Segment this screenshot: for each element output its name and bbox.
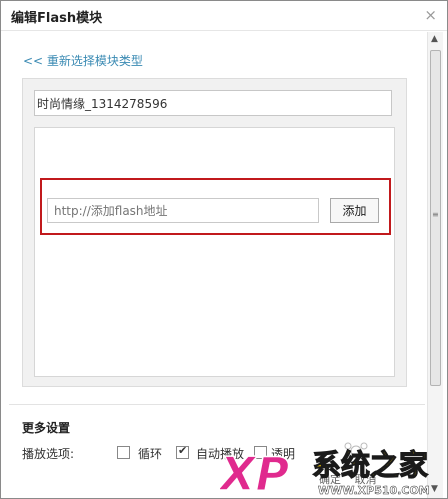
loop-option-label: 循环	[138, 447, 163, 461]
scrollbar-thumb[interactable]: ≡	[430, 50, 441, 386]
add-flash-button[interactable]: 添加	[330, 198, 379, 223]
grip-icon: ≡	[432, 210, 439, 219]
scroll-up-arrow-icon[interactable]: ▲	[431, 34, 438, 44]
checkmark-icon: ✔	[178, 444, 188, 457]
edit-flash-dialog: 编辑Flash模块 × << 重新选择模块类型 添加 更多设置 播放选项: 循环…	[0, 0, 448, 499]
play-options-label: 播放选项:	[22, 447, 75, 461]
section-divider	[9, 404, 425, 405]
vertical-scrollbar[interactable]: ▲ ≡ ▼	[427, 32, 443, 498]
xp-system-home-watermark: XP 系统之家 WWW.XP510.COM	[220, 442, 430, 499]
reselect-module-type-link[interactable]: << 重新选择模块类型	[23, 52, 143, 69]
watermark-url-text: WWW.XP510.COM	[318, 484, 430, 497]
loop-checkbox[interactable]	[117, 446, 130, 459]
close-icon[interactable]: ×	[424, 6, 437, 24]
flash-url-input[interactable]	[47, 198, 319, 223]
dialog-titlebar: 编辑Flash模块 ×	[1, 1, 447, 31]
dialog-title: 编辑Flash模块	[11, 11, 103, 26]
more-settings-title: 更多设置	[22, 421, 71, 435]
flash-preview-area	[34, 127, 395, 377]
watermark-xp-text: XP	[220, 447, 289, 499]
autoplay-checkbox[interactable]: ✔	[176, 444, 189, 459]
module-name-input[interactable]	[34, 90, 392, 116]
watermark-brand-text: 系统之家	[312, 448, 428, 482]
